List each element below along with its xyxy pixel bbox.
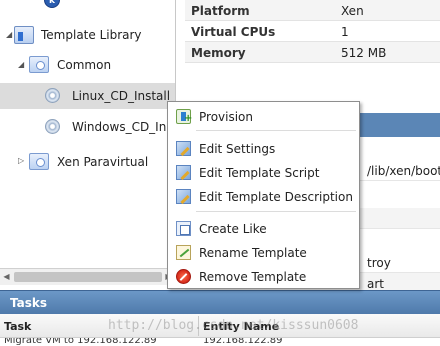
- property-value-fragment: /lib/xen/boot/hv: [367, 164, 440, 178]
- tree-horizontal-scrollbar[interactable]: ◀ ▶: [0, 268, 175, 285]
- expander-collapsed-icon[interactable]: ▷: [18, 156, 24, 165]
- property-key: Memory: [191, 46, 246, 60]
- folder-icon: [29, 56, 49, 73]
- property-value-fragment: troy: [367, 256, 391, 270]
- property-value: 512 MB: [341, 46, 387, 60]
- inventory-tree: k ◢ Template Library ◢ Common Linux_CD_I…: [0, 0, 176, 288]
- menu-item-label: Edit Template Script: [199, 166, 320, 180]
- expander-expanded-icon[interactable]: ◢: [18, 60, 24, 69]
- cd-disc-icon: [45, 119, 60, 134]
- property-row-memory: Memory 512 MB: [185, 42, 440, 63]
- menu-item-create-like[interactable]: Create Like: [168, 217, 359, 240]
- tree-item-linux-cd-install[interactable]: Linux_CD_Install: [0, 83, 175, 109]
- menu-item-edit-template-description[interactable]: Edit Template Description: [168, 185, 359, 208]
- property-value-fragment: art: [367, 277, 384, 290]
- menu-separator: [196, 211, 356, 212]
- property-row-platform: Platform Xen: [185, 0, 440, 21]
- column-header-entity-name[interactable]: Entity Name: [203, 320, 279, 333]
- property-key: Platform: [191, 4, 250, 18]
- property-row-virtual-cpus: Virtual CPUs 1: [185, 21, 440, 42]
- tree-item-label: Linux_CD_Install: [72, 89, 171, 103]
- menu-item-edit-settings[interactable]: Edit Settings: [168, 137, 359, 160]
- tree-item-label: Common: [57, 58, 112, 72]
- table-row[interactable]: Migrate VM to 192.168.122.89 192.168.122…: [0, 338, 440, 346]
- tree-item-common[interactable]: ◢ Common: [0, 52, 175, 78]
- tree-item-template-library[interactable]: ◢ Template Library: [0, 22, 175, 48]
- tree-item-windows-cd-install[interactable]: Windows_CD_Ins: [0, 114, 175, 140]
- entity-cell: 192.168.122.89: [203, 338, 283, 346]
- menu-item-label: Rename Template: [199, 246, 307, 260]
- edit-script-icon: [176, 165, 191, 180]
- menu-item-label: Create Like: [199, 222, 267, 236]
- menu-item-label: Remove Template: [199, 270, 307, 284]
- menu-item-edit-template-script[interactable]: Edit Template Script: [168, 161, 359, 184]
- tree-item-label: Xen Paravirtual: [57, 155, 149, 169]
- property-value: Xen: [341, 4, 364, 18]
- provision-icon: [176, 109, 192, 124]
- cd-disc-icon: [45, 88, 60, 103]
- menu-item-label: Edit Template Description: [199, 190, 353, 204]
- column-divider[interactable]: [198, 316, 199, 336]
- tree-item-label: Template Library: [41, 28, 142, 42]
- folder-icon: [29, 153, 49, 170]
- property-key: Virtual CPUs: [191, 25, 276, 39]
- task-cell: Migrate VM to 192.168.122.89: [4, 338, 157, 346]
- template-library-icon: [14, 26, 34, 44]
- scrollbar-thumb[interactable]: [14, 272, 162, 282]
- edit-description-icon: [176, 189, 191, 204]
- remove-icon: [176, 269, 191, 284]
- scroll-left-arrow-icon[interactable]: ◀: [0, 269, 13, 285]
- expander-expanded-icon[interactable]: ◢: [6, 30, 12, 39]
- tree-item-label: Windows_CD_Ins: [72, 120, 173, 134]
- create-like-icon: [176, 221, 191, 236]
- property-value: 1: [341, 25, 349, 39]
- menu-item-provision[interactable]: Provision: [168, 105, 359, 128]
- tasks-panel-header: Tasks: [0, 290, 440, 314]
- column-header-task[interactable]: Task: [4, 320, 31, 333]
- menu-item-remove-template[interactable]: Remove Template: [168, 265, 359, 288]
- menu-item-rename-template[interactable]: Rename Template: [168, 241, 359, 264]
- edit-icon: [176, 141, 191, 156]
- tasks-column-headers: Task Entity Name: [0, 314, 440, 338]
- template-context-menu: Provision Edit Settings Edit Template Sc…: [167, 101, 360, 289]
- menu-item-label: Provision: [199, 110, 254, 124]
- menu-separator: [196, 130, 356, 131]
- rename-icon: [176, 245, 191, 260]
- tasks-title: Tasks: [10, 296, 48, 310]
- xen-host-icon[interactable]: k: [44, 0, 60, 8]
- menu-item-label: Edit Settings: [199, 142, 276, 156]
- tree-item-xen-paravirtual[interactable]: ▷ Xen Paravirtual: [0, 149, 175, 175]
